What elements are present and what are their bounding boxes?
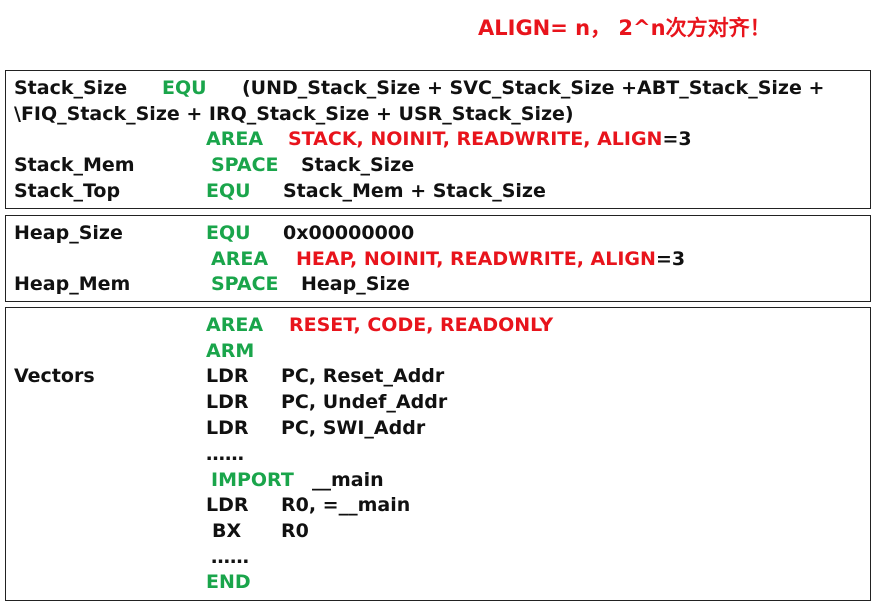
ldr-reset-op: LDR <box>206 365 249 387</box>
ldr-main-operands: R0, =__main <box>281 494 411 516</box>
reset-area-args: RESET, CODE, READONLY <box>289 314 554 336</box>
heap-code-box: Heap_Size EQU 0x00000000 AREA HEAP, NOIN… <box>5 215 871 302</box>
stack-top-directive: EQU <box>206 180 251 202</box>
heap-size-expr: 0x00000000 <box>283 222 415 244</box>
ldr-swi-operands: PC, SWI_Addr <box>281 417 426 439</box>
align-note-latin: ALIGN= n， 2^n <box>478 16 666 40</box>
heap-area-args: HEAP, NOINIT, READWRITE, ALIGN=3 <box>296 248 685 270</box>
heap-mem-expr: Heap_Size <box>301 273 410 295</box>
heap-size-directive: EQU <box>206 222 251 244</box>
align-note-cjk: 次方对齐！ <box>665 15 771 40</box>
stack-mem-expr: Stack_Size <box>301 154 415 176</box>
bx-op: BX <box>212 520 242 542</box>
stack-area-directive: AREA <box>206 128 264 150</box>
stack-size-directive: EQU <box>162 77 207 99</box>
heap-area-directive: AREA <box>211 248 269 270</box>
stack-mem-directive: SPACE <box>211 154 279 176</box>
stack-area-args-text: STACK, NOINIT, READWRITE, ALIGN <box>288 128 663 150</box>
heap-size-label: Heap_Size <box>14 222 123 244</box>
ellipsis-2: …… <box>211 546 249 568</box>
stack-area-args: STACK, NOINIT, READWRITE, ALIGN=3 <box>288 128 692 150</box>
ldr-undef-operands: PC, Undef_Addr <box>281 391 448 413</box>
heap-mem-directive: SPACE <box>211 273 279 295</box>
arm-directive: ARM <box>206 340 255 362</box>
heap-area-align-value: =3 <box>655 248 686 270</box>
heap-mem-label: Heap_Mem <box>14 273 131 295</box>
stack-size-expr: (UND_Stack_Size + SVC_Stack_Size +ABT_St… <box>242 77 825 99</box>
stack-size-label: Stack_Size <box>14 77 128 99</box>
stack-size-expr-cont: \FIQ_Stack_Size + IRQ_Stack_Size + USR_S… <box>14 103 574 125</box>
bx-operands: R0 <box>281 520 309 542</box>
import-operands: __main <box>312 469 384 491</box>
stack-top-expr: Stack_Mem + Stack_Size <box>283 180 546 202</box>
vectors-label: Vectors <box>14 365 95 387</box>
end-directive: END <box>206 571 251 593</box>
stack-area-align-value: =3 <box>662 128 692 150</box>
align-note: ALIGN= n， 2^n次方对齐！ <box>478 12 771 42</box>
stack-mem-label: Stack_Mem <box>14 154 135 176</box>
import-directive: IMPORT <box>211 469 294 491</box>
ldr-swi-op: LDR <box>206 417 249 439</box>
reset-area-directive: AREA <box>206 314 264 336</box>
heap-area-args-text: HEAP, NOINIT, READWRITE, ALIGN <box>296 248 656 270</box>
ldr-reset-operands: PC, Reset_Addr <box>281 365 445 387</box>
stack-top-label: Stack_Top <box>14 180 121 202</box>
vectors-code-box: AREA RESET, CODE, READONLY ARM Vectors L… <box>5 307 871 601</box>
ldr-main-op: LDR <box>206 494 249 516</box>
ldr-undef-op: LDR <box>206 391 249 413</box>
stack-code-box: Stack_Size EQU (UND_Stack_Size + SVC_Sta… <box>5 70 871 209</box>
ellipsis-1: …… <box>206 443 244 465</box>
